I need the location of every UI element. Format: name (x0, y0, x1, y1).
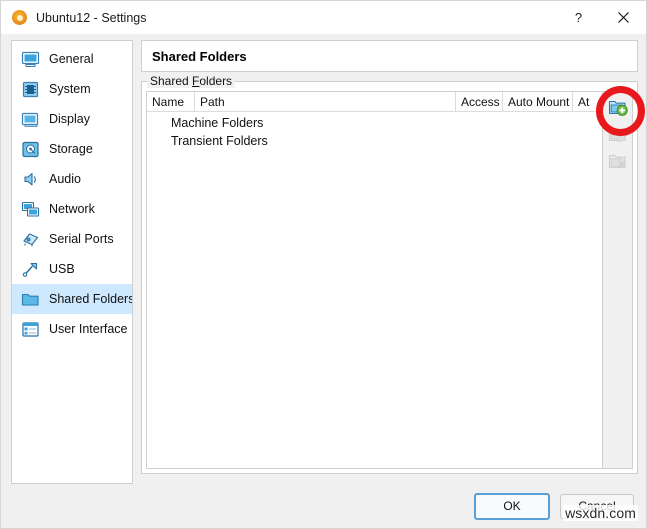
table-row[interactable]: Transient Folders (147, 132, 602, 150)
sidebar-item-label: System (49, 82, 91, 96)
sidebar-item-label: Network (49, 202, 95, 216)
groupbox-label: Shared Folders (147, 74, 236, 88)
display-monitor-icon (20, 109, 40, 129)
serial-port-icon (20, 229, 40, 249)
remove-shared-folder-button[interactable] (605, 149, 631, 173)
title-bar: Ubuntu12 - Settings ? (1, 1, 646, 34)
usb-plug-icon (20, 259, 40, 279)
window-title: Ubuntu12 - Settings (36, 10, 147, 25)
table-row[interactable]: Machine Folders (147, 114, 602, 132)
audio-speaker-icon (20, 169, 40, 189)
sidebar-item-label: USB (49, 262, 75, 276)
shared-folder-icon (20, 289, 40, 309)
add-shared-folder-button[interactable] (605, 95, 631, 119)
shared-folders-groupbox: Shared Folders Name Path Access Auto Mou… (141, 74, 638, 474)
question-mark-icon: ? (574, 10, 583, 25)
general-monitor-icon (20, 49, 40, 69)
table-header-row: Name Path Access Auto Mount At (147, 92, 602, 112)
column-header-path[interactable]: Path (195, 92, 456, 111)
sidebar-item-label: Display (49, 112, 90, 126)
groupbox-label-suffix: olders (199, 74, 233, 88)
shared-folders-toolbar (602, 91, 633, 469)
sidebar-item-user-interface[interactable]: User Interface (12, 314, 132, 344)
sidebar-item-audio[interactable]: Audio (12, 164, 132, 194)
sidebar-item-label: Storage (49, 142, 93, 156)
folder-plus-icon (608, 100, 628, 116)
virtualbox-ubuntu-icon (11, 9, 28, 26)
sidebar-item-label: Serial Ports (49, 232, 114, 246)
sidebar-item-network[interactable]: Network (12, 194, 132, 224)
help-button[interactable]: ? (556, 1, 601, 34)
groupbox-label-prefix: Shared (150, 74, 193, 88)
dialog-footer: OK Cancel (1, 484, 646, 528)
column-header-at[interactable]: At (573, 92, 602, 111)
close-button[interactable] (601, 1, 646, 34)
user-interface-icon (20, 319, 40, 339)
panel-header: Shared Folders (141, 40, 638, 72)
edit-shared-folder-button[interactable] (605, 122, 631, 146)
folder-remove-icon (608, 154, 626, 168)
sidebar-item-label: User Interface (49, 322, 128, 336)
settings-dialog-window: Ubuntu12 - Settings ? General System Dis… (0, 0, 647, 529)
sidebar-item-display[interactable]: Display (12, 104, 132, 134)
sidebar-item-label: General (49, 52, 94, 66)
sidebar-item-usb[interactable]: USB (12, 254, 132, 284)
sidebar-item-label: Audio (49, 172, 81, 186)
groupbox-inner: Name Path Access Auto Mount At Machine F… (146, 91, 633, 469)
sidebar-item-shared-folders[interactable]: Shared Folders (12, 284, 132, 314)
system-chip-icon (20, 79, 40, 99)
ok-button[interactable]: OK (474, 492, 550, 520)
column-header-auto-mount[interactable]: Auto Mount (503, 92, 573, 111)
cancel-button-label: Cancel (578, 499, 616, 513)
sidebar-item-general[interactable]: General (12, 44, 132, 74)
sidebar-item-label: Shared Folders (49, 292, 133, 306)
cancel-button[interactable]: Cancel (560, 493, 634, 519)
settings-category-sidebar[interactable]: General System Display Storage Audio Net… (11, 40, 133, 484)
sidebar-item-serial-ports[interactable]: Serial Ports (12, 224, 132, 254)
row-label: Transient Folders (171, 134, 268, 148)
folder-edit-icon (608, 127, 626, 142)
window-controls: ? (556, 1, 646, 34)
sidebar-item-storage[interactable]: Storage (12, 134, 132, 164)
shared-folders-tree[interactable]: Name Path Access Auto Mount At Machine F… (146, 91, 602, 469)
page-title: Shared Folders (152, 48, 247, 64)
row-label: Machine Folders (171, 116, 264, 130)
network-cards-icon (20, 199, 40, 219)
dialog-content: General System Display Storage Audio Net… (1, 34, 646, 484)
settings-main-panel: Shared Folders Shared Folders Name Path … (141, 40, 638, 484)
column-header-name[interactable]: Name (147, 92, 195, 111)
storage-disk-icon (20, 139, 40, 159)
close-icon (618, 12, 629, 23)
title-bar-left: Ubuntu12 - Settings (1, 9, 147, 26)
table-body: Machine Folders Transient Folders (147, 112, 602, 468)
sidebar-item-system[interactable]: System (12, 74, 132, 104)
ok-button-label: OK (503, 499, 521, 513)
column-header-access[interactable]: Access (456, 92, 503, 111)
